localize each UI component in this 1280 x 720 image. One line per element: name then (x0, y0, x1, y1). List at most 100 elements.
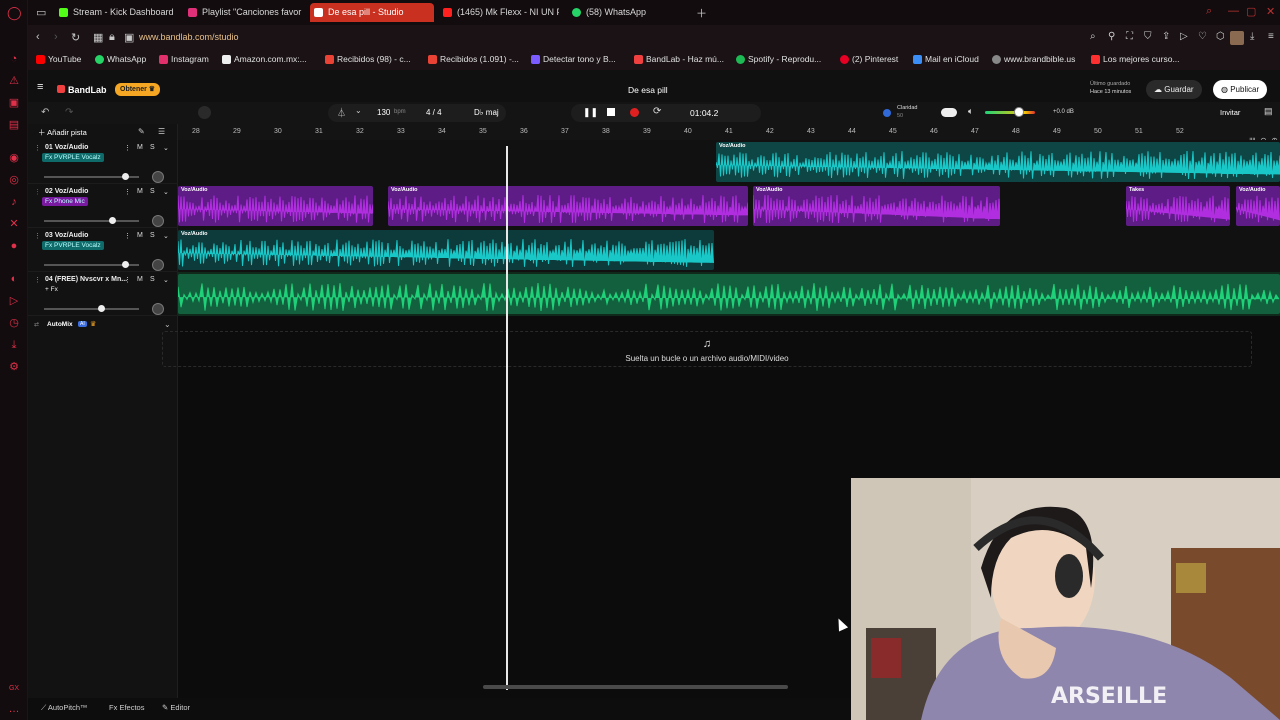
pause-icon[interactable]: ❚❚ (583, 107, 598, 118)
master-volume-knob[interactable] (1014, 107, 1024, 117)
opera-logo-icon[interactable]: ◯ (7, 6, 22, 20)
chevron-down-icon[interactable]: ⌄ (163, 188, 169, 196)
speaker-icon[interactable]: 🔈︎ (968, 106, 973, 117)
minimize-icon[interactable]: — (1228, 5, 1239, 17)
tab-studio[interactable]: De esa pill - Studio (310, 3, 434, 22)
bookmark-gmail-1[interactable]: Recibidos (98) - c... (325, 54, 411, 64)
close-icon[interactable]: ✕ (1266, 5, 1275, 18)
pan-knob[interactable] (152, 215, 164, 227)
track-header[interactable]: ⋮ 01 Voz/Audio Fx PVRPLE Vocalz ⋮ M S ⌄ (28, 140, 178, 184)
save-button[interactable]: ☁ Guardar (1146, 80, 1202, 99)
mute-button[interactable]: M (137, 232, 143, 239)
mute-button[interactable]: M (137, 276, 143, 283)
track-lane[interactable] (178, 272, 1280, 316)
profile-avatar[interactable] (1230, 31, 1244, 45)
track-name[interactable]: 01 Voz/Audio (45, 144, 88, 151)
editor-button[interactable]: ✎ Editor (162, 703, 190, 712)
filter-icon[interactable]: ☰ (158, 127, 165, 136)
tab-youtube[interactable]: (1465) Mk Flexx - NI UN P (439, 3, 559, 22)
track-header[interactable]: ⋮ 04 (FREE) Nvscvr x Mn... + Fx ⋮ M S ⌄ (28, 272, 178, 316)
drag-handle-icon[interactable]: ⋮ (34, 144, 41, 152)
metronome-icon[interactable]: ⏃ (337, 106, 346, 119)
settings-icon[interactable]: ⚙ (7, 360, 21, 374)
master-volume-slider[interactable] (985, 111, 1035, 114)
volume-slider[interactable] (44, 220, 139, 222)
track-name[interactable]: 03 Voz/Audio (45, 232, 88, 239)
mute-button[interactable]: M (137, 188, 143, 195)
audio-clip[interactable]: Voz/Audio (753, 186, 1000, 226)
bookmark-instagram[interactable]: Instagram (159, 54, 209, 64)
forward-icon[interactable]: › (54, 31, 58, 43)
solo-button[interactable]: S (150, 144, 155, 151)
bookmark-youtube[interactable]: YouTube (36, 54, 81, 64)
track-lane[interactable]: Voz/Audio Voz/Audio Voz/Audio Takes Voz/Audi… (178, 184, 1280, 228)
edit-icon[interactable]: ✎ (138, 127, 145, 136)
pan-knob[interactable] (152, 259, 164, 271)
chat-icon[interactable]: ▤ (1264, 106, 1273, 117)
audio-clip[interactable]: Takes (1126, 186, 1230, 226)
chevron-down-icon[interactable]: ⌄ (163, 232, 169, 240)
solo-button[interactable]: S (150, 232, 155, 239)
whatsapp-icon[interactable]: ◉ (7, 151, 21, 165)
key-selector[interactable]: D♭ maj (474, 108, 499, 117)
horizontal-scrollbar[interactable] (483, 685, 788, 689)
tab-playlist[interactable]: Playlist "Canciones favor (184, 3, 302, 22)
pin-icon[interactable]: ⚲ (1108, 31, 1115, 42)
tab-kick[interactable]: Stream - Kick Dashboard (55, 3, 180, 22)
publish-button[interactable]: ◍ Publicar (1213, 80, 1268, 99)
track-header[interactable]: ⋮ 02 Voz/Audio Fx Phone Mic ⋮ M S ⌄ (28, 184, 178, 228)
metronome-dropdown-icon[interactable]: ⌄ (355, 106, 362, 115)
track-name[interactable]: 04 (FREE) Nvscvr x Mn... (45, 276, 127, 283)
track-header[interactable]: ⋮ 03 Voz/Audio Fx PVRPLE Vocalz ⋮ M S ⌄ (28, 228, 178, 272)
claridad-toggle[interactable] (941, 108, 957, 117)
volume-knob[interactable] (121, 261, 129, 268)
volume-slider[interactable] (44, 308, 139, 310)
drag-handle-icon[interactable]: ⋮ (34, 188, 41, 196)
bookmark-tono[interactable]: Detectar tono y B... (531, 54, 616, 64)
hamburger-menu-icon[interactable]: ≡ (37, 81, 43, 93)
drag-handle-icon[interactable]: ⋮ (34, 276, 41, 284)
tab-menu-icon[interactable]: ▭ (36, 6, 46, 19)
drop-zone[interactable]: ♫ Suelta un bucle o un archivo audio/MID… (162, 331, 1252, 367)
record-settings-icon[interactable] (198, 106, 211, 119)
solo-button[interactable]: S (150, 188, 155, 195)
bookmark-icloud[interactable]: Mail en iCloud (913, 54, 979, 64)
pan-knob[interactable] (152, 303, 164, 315)
chevron-down-icon[interactable]: ⌄ (164, 320, 171, 329)
extensions-icon[interactable]: ⬡ (1216, 31, 1225, 42)
bookmark-bandlab[interactable]: BandLab - Haz mú... (634, 54, 724, 64)
audio-clip[interactable]: Voz/Audio (388, 186, 748, 226)
search-tabs-icon[interactable]: ⌕ (1206, 5, 1212, 18)
audio-clip[interactable]: Voz/Audio (178, 186, 373, 226)
share-icon[interactable]: ⇪ (1162, 31, 1170, 42)
autopitch-button[interactable]: ⟋ AutoPitch™ (41, 703, 88, 713)
playhead[interactable] (506, 146, 508, 690)
site-icon[interactable]: ▣ (124, 31, 134, 44)
url-field[interactable]: www.bandlab.com/studio (139, 32, 239, 42)
tiktok-icon[interactable]: ♪ (7, 195, 21, 209)
music-player-icon[interactable]: ▤ (7, 118, 21, 132)
obtener-button[interactable]: Obtener ♛ (115, 83, 161, 96)
solo-button[interactable]: S (150, 276, 155, 283)
gx-corner-icon[interactable]: ▣ (7, 96, 21, 110)
bookmark-spotify[interactable]: Spotify - Reprodu... (736, 54, 821, 64)
automix-row[interactable]: ⇄ AutoMix AI ♛ ⌄ (28, 318, 178, 334)
bookmark-gmail-2[interactable]: Recibidos (1.091) -... (428, 54, 519, 64)
maximize-icon[interactable]: ▢ (1246, 5, 1256, 18)
redo-icon[interactable]: ↷ (65, 107, 73, 118)
project-title[interactable]: De esa pill (628, 85, 668, 95)
shield-icon[interactable]: ⛉ (1144, 31, 1152, 42)
invite-button[interactable]: Invitar (1220, 108, 1240, 117)
downloads-icon[interactable]: ⤓ (7, 338, 21, 352)
timeline-ruler[interactable]: 28 29 30 31 32 33 34 35 36 37 38 39 40 41 42 43 44 45 46 47… (178, 124, 1280, 140)
twitch-icon[interactable]: ● (7, 239, 21, 253)
audio-clip[interactable]: Voz/Audio (1236, 186, 1280, 226)
play-icon[interactable]: ▷ (1180, 31, 1188, 42)
player-icon[interactable]: ▷ (7, 294, 21, 308)
record-icon[interactable] (630, 108, 639, 117)
audio-clip[interactable] (178, 274, 1280, 314)
track-fx-badge[interactable]: Fx Phone Mic (42, 197, 88, 206)
track-menu-icon[interactable]: ⋮ (124, 232, 131, 240)
bookmark-cursos[interactable]: Los mejores curso... (1091, 54, 1180, 64)
back-icon[interactable]: ‹ (36, 31, 40, 43)
